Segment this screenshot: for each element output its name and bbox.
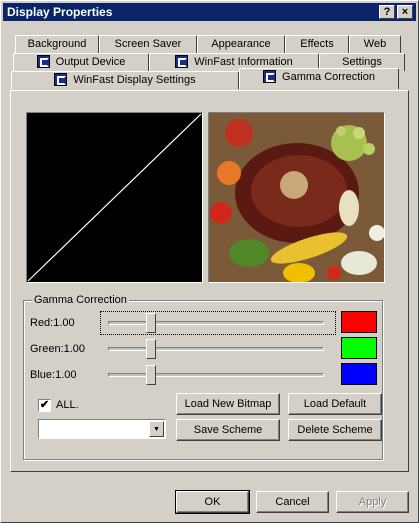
winfast-logo-icon [175, 55, 189, 68]
tab-winfast-display-settings-label: WinFast Display Settings [73, 74, 196, 86]
green-label: Green:1.00 [30, 343, 86, 355]
gamma-curve-preview [26, 112, 203, 283]
tab-winfast-information-label: WinFast Information [194, 56, 293, 68]
gamma-curve-line [27, 113, 202, 282]
tab-screen-saver[interactable]: Screen Saver [99, 35, 197, 53]
blue-slider-track[interactable] [108, 373, 324, 377]
green-slider-thumb[interactable] [146, 339, 156, 359]
tab-web[interactable]: Web [349, 35, 401, 53]
title-bar[interactable]: Display Properties ? × [3, 3, 416, 21]
load-new-bitmap-button[interactable]: Load New Bitmap [176, 393, 280, 415]
all-checkbox-label[interactable]: ALL. [56, 399, 79, 411]
tab-output-device-label: Output Device [55, 56, 126, 68]
preview-bitmap [208, 112, 385, 283]
tab-gamma-correction[interactable]: Gamma Correction [239, 68, 399, 89]
save-scheme-button[interactable]: Save Scheme [176, 419, 280, 441]
ok-button[interactable]: OK [175, 490, 250, 514]
tab-background[interactable]: Background [15, 35, 99, 53]
red-color-swatch[interactable] [341, 311, 377, 333]
tab-output-device[interactable]: Output Device [13, 53, 149, 71]
load-default-button[interactable]: Load Default [288, 393, 382, 415]
chevron-down-icon[interactable]: ▼ [149, 421, 164, 437]
red-label: Red:1.00 [30, 317, 75, 329]
apply-button[interactable]: Apply [336, 491, 409, 513]
gamma-correction-panel: Gamma Correction Red:1.00 Green:1.00 Blu… [10, 90, 409, 472]
winfast-logo-icon [54, 73, 68, 86]
window-title: Display Properties [7, 5, 113, 19]
vegetables-image [209, 113, 384, 282]
red-slider-track[interactable] [108, 321, 324, 325]
red-slider-thumb[interactable] [146, 313, 156, 333]
winfast-logo-icon [263, 70, 277, 83]
blue-slider-thumb[interactable] [146, 365, 156, 385]
tab-effects[interactable]: Effects [285, 35, 349, 53]
green-slider-track[interactable] [108, 347, 324, 351]
gamma-curve-graph [27, 113, 202, 282]
scheme-dropdown[interactable]: ▼ [38, 419, 166, 439]
tab-winfast-display-settings[interactable]: WinFast Display Settings [11, 71, 239, 89]
winfast-logo-icon [36, 55, 50, 68]
help-button[interactable]: ? [379, 5, 395, 19]
all-checkbox[interactable]: ✔ [38, 399, 51, 412]
gamma-correction-group: Gamma Correction Red:1.00 Green:1.00 Blu… [23, 294, 383, 460]
tab-appearance[interactable]: Appearance [197, 35, 285, 53]
tab-gamma-correction-label: Gamma Correction [282, 71, 375, 83]
green-color-swatch[interactable] [341, 337, 377, 359]
gamma-group-label: Gamma Correction [32, 294, 129, 306]
display-properties-window: Display Properties ? × Background Screen… [0, 0, 419, 523]
blue-label: Blue:1.00 [30, 369, 77, 381]
delete-scheme-button[interactable]: Delete Scheme [288, 419, 382, 441]
cancel-button[interactable]: Cancel [256, 491, 329, 513]
blue-color-swatch[interactable] [341, 363, 377, 385]
close-button[interactable]: × [397, 5, 413, 19]
